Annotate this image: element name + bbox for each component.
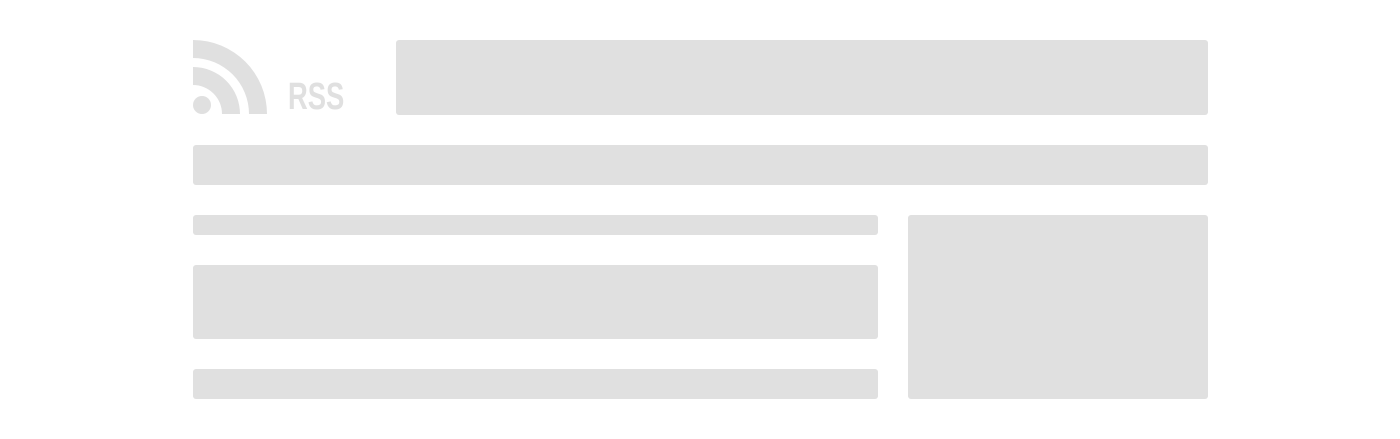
rss-logo: RSS bbox=[193, 40, 353, 120]
rss-icon bbox=[193, 40, 267, 114]
footer-line-placeholder bbox=[193, 369, 878, 399]
sidebar-placeholder bbox=[908, 215, 1208, 399]
loading-skeleton-page: RSS bbox=[0, 0, 1400, 439]
content-block-placeholder bbox=[193, 265, 878, 339]
title-line-placeholder bbox=[193, 215, 878, 235]
header-banner-placeholder bbox=[396, 40, 1208, 115]
navigation-bar-placeholder bbox=[193, 145, 1208, 185]
rss-logo-text: RSS bbox=[288, 76, 345, 118]
